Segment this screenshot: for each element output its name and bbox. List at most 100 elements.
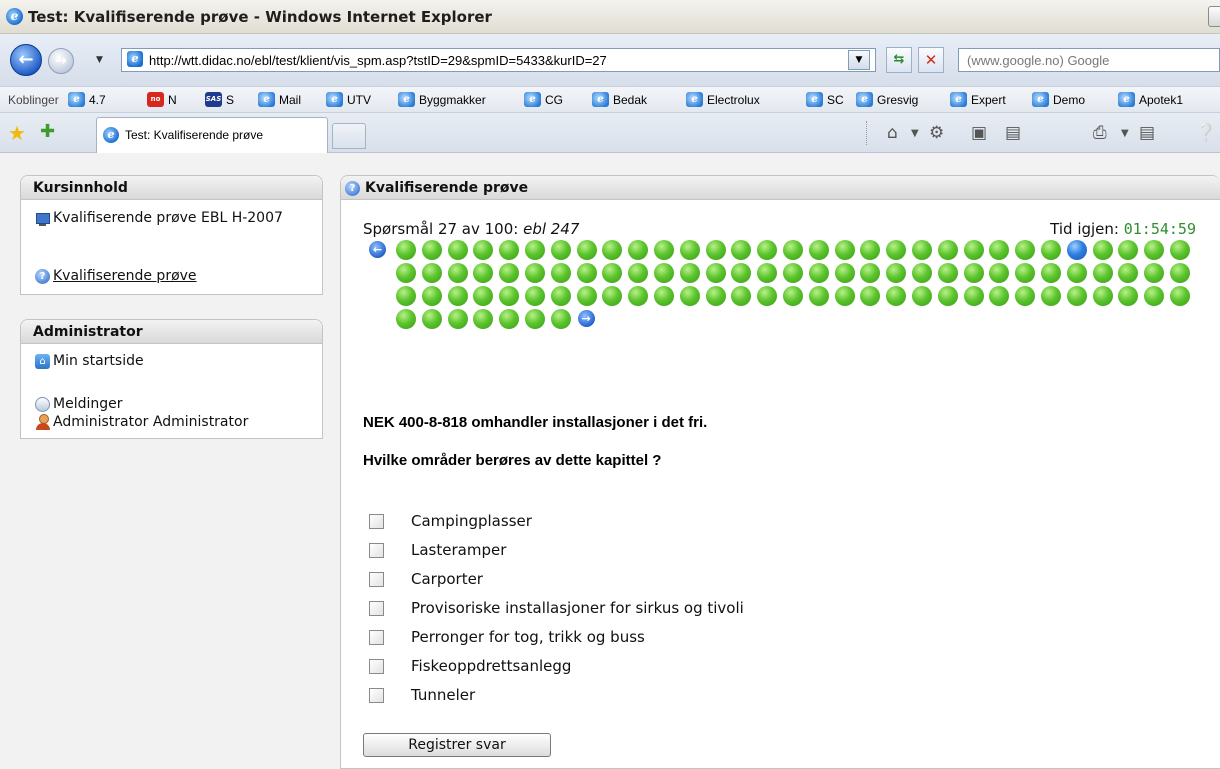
links-bar-item[interactable]: CG [545,93,563,107]
question-dot[interactable] [576,286,597,306]
question-dot[interactable] [963,286,984,306]
previous-question-arrow-icon[interactable]: ← [369,241,386,258]
answer-checkbox[interactable] [369,601,384,616]
question-dot[interactable] [421,240,442,260]
question-dot[interactable] [1118,286,1139,306]
question-dot[interactable] [808,263,829,283]
question-dot[interactable] [963,240,984,260]
new-tab-button[interactable] [332,123,366,149]
links-bar-item[interactable]: Mail [279,93,301,107]
question-dot[interactable] [447,263,468,283]
question-dot[interactable] [396,309,416,329]
answer-checkbox[interactable] [369,688,384,703]
question-dot[interactable] [860,263,881,283]
home-icon[interactable]: ⌂ [887,123,898,143]
test-link-entry[interactable]: ? Kvalifiserende prøve [35,268,197,284]
question-dot[interactable] [576,240,597,260]
home-link-entry[interactable]: ⌂ Min startside [35,353,144,369]
question-dot[interactable] [705,240,726,260]
answer-checkbox[interactable] [369,543,384,558]
question-dot[interactable] [421,309,442,329]
home-link[interactable]: Min startside [35,353,144,369]
question-dot[interactable] [834,286,855,306]
feed-icon[interactable]: ▣ [971,123,987,143]
question-dot[interactable] [1170,286,1190,306]
answer-checkbox[interactable] [369,514,384,529]
help-icon[interactable]: ❔ [1195,123,1216,143]
answer-checkbox[interactable] [369,572,384,587]
links-bar-item[interactable]: Apotek1 [1139,93,1183,107]
minimize-button[interactable] [1208,6,1220,27]
add-favorites-icon[interactable]: ✚ [40,121,55,142]
question-dot[interactable] [550,286,571,306]
question-dot[interactable] [550,240,571,260]
question-dot[interactable] [783,286,803,306]
question-dot[interactable] [679,263,700,283]
question-dot[interactable] [628,286,649,306]
page-menu-icon[interactable]: ▤ [1139,123,1155,143]
question-dot[interactable] [1066,263,1087,283]
question-dot[interactable] [525,286,545,306]
links-bar-item[interactable]: Byggmakker [419,93,486,107]
question-dot[interactable] [731,286,752,306]
question-dot[interactable] [912,286,932,306]
question-dot[interactable] [989,263,1010,283]
question-dot[interactable] [731,263,752,283]
history-dropdown-icon[interactable]: ▼ [96,55,103,65]
question-dot[interactable] [679,286,700,306]
question-dot[interactable] [1092,240,1113,260]
question-dot[interactable] [1066,286,1087,306]
question-dot[interactable] [628,263,649,283]
question-dot[interactable] [731,240,752,260]
question-dot[interactable] [937,240,958,260]
question-dot[interactable] [421,263,442,283]
question-dot[interactable] [1118,240,1139,260]
question-dot[interactable] [705,263,726,283]
links-bar-item[interactable]: UTV [347,93,371,107]
question-dot[interactable] [421,286,442,306]
question-dot[interactable] [834,263,855,283]
search-input[interactable]: (www.google.no) Google [958,48,1220,72]
question-dot[interactable] [550,309,571,329]
question-dot[interactable] [860,286,881,306]
question-dot[interactable] [473,309,494,329]
question-dot[interactable] [1015,286,1036,306]
question-dot[interactable] [447,240,468,260]
answer-checkbox[interactable] [369,630,384,645]
address-bar[interactable]: e http://wtt.didac.no/ebl/test/klient/vi… [121,48,876,72]
question-dot[interactable] [989,240,1010,260]
register-answer-button[interactable]: Registrer svar [363,733,551,757]
question-dot[interactable] [912,240,932,260]
question-dot[interactable] [602,263,623,283]
question-dot[interactable] [886,240,907,260]
question-dot[interactable] [396,286,416,306]
test-link[interactable]: Kvalifiserende prøve [35,268,197,284]
question-dot[interactable] [783,263,803,283]
print-dropdown-icon[interactable]: ▼ [1121,128,1129,139]
print-icon[interactable]: ⎙ [1093,123,1107,143]
question-dot[interactable] [1092,263,1113,283]
question-dot[interactable] [654,286,674,306]
question-dot[interactable] [654,240,674,260]
links-bar-item[interactable]: Electrolux [707,93,760,107]
rss-icon[interactable]: ▤ [1005,123,1021,143]
question-dot[interactable] [550,263,571,283]
messages-link-entry[interactable]: Meldinger [35,396,123,412]
question-dot[interactable] [499,240,520,260]
home-dropdown-icon[interactable]: ▼ [911,128,919,139]
question-dot[interactable] [937,286,958,306]
question-dot[interactable] [576,263,597,283]
question-dot[interactable] [860,240,881,260]
links-bar-item[interactable]: Bedak [613,93,647,107]
answer-checkbox[interactable] [369,659,384,674]
question-dot-current[interactable] [1066,240,1087,260]
question-dot[interactable] [602,286,623,306]
question-dot[interactable] [473,286,494,306]
question-dot[interactable] [499,263,520,283]
question-dot[interactable] [757,286,778,306]
question-dot[interactable] [447,286,468,306]
question-dot[interactable] [654,263,674,283]
question-dot[interactable] [963,263,984,283]
question-dot[interactable] [1015,240,1036,260]
question-dot[interactable] [1041,240,1061,260]
